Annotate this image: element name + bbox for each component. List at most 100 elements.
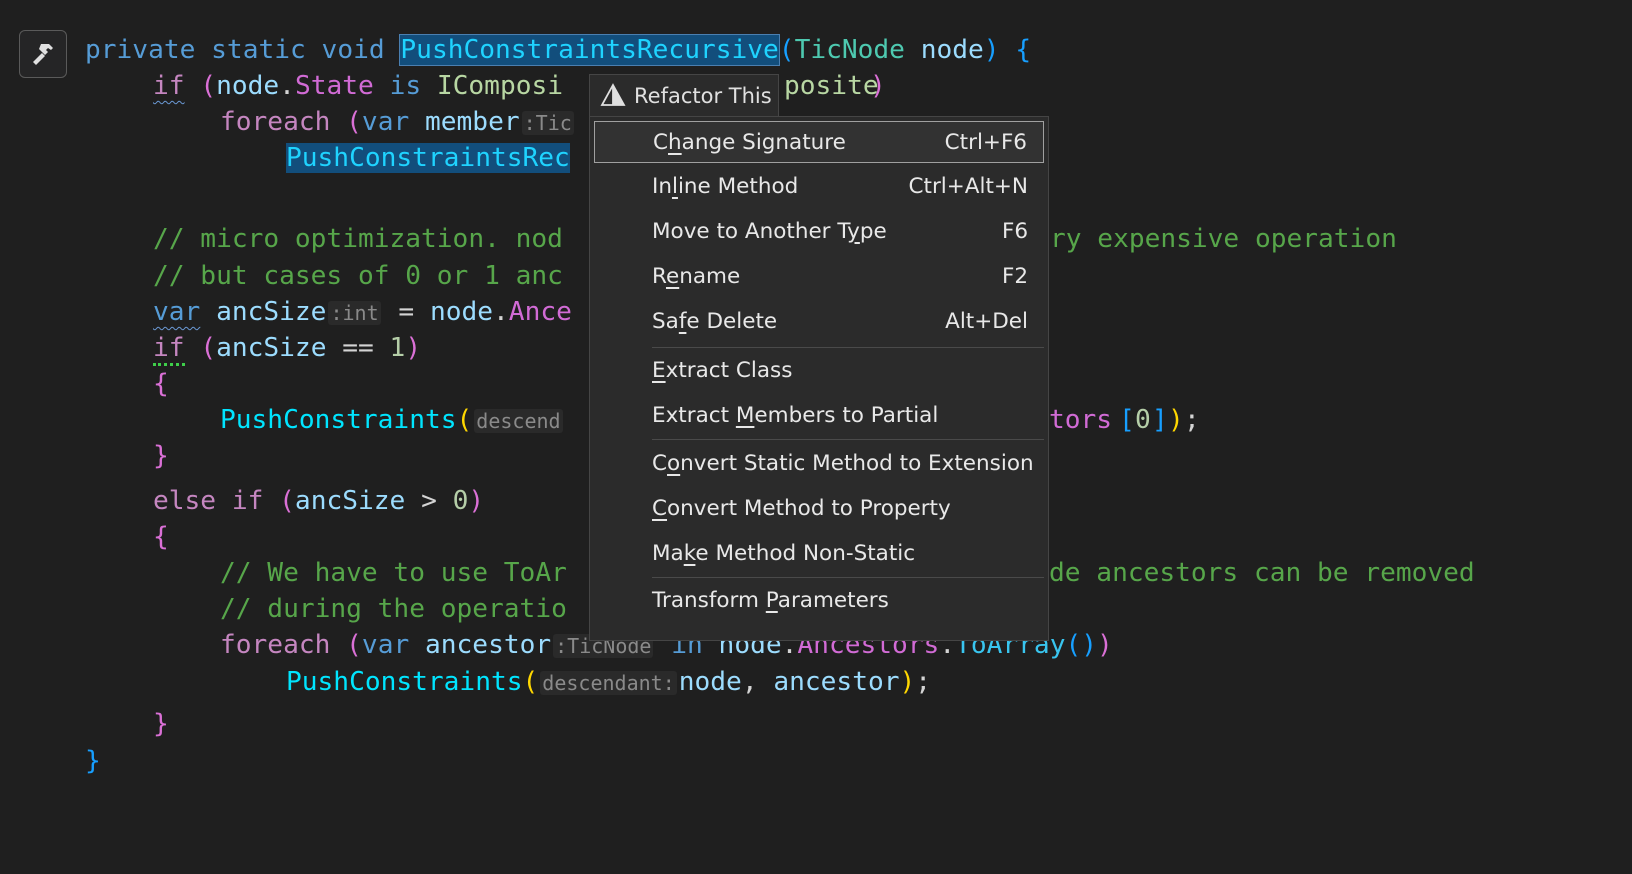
- menu-item-shortcut: Alt+Del: [945, 308, 1028, 334]
- token: posite: [784, 71, 879, 101]
- token: (: [184, 333, 217, 363]
- menu-item-label: Change Signature: [653, 129, 846, 155]
- token: ): [899, 667, 916, 697]
- menu-item-label: Inline Method: [652, 173, 799, 199]
- selected-usage: PushConstraintsRec: [286, 143, 570, 173]
- code-line[interactable]: PushConstraints(descendant: node, ancesto…: [286, 664, 931, 701]
- comment: // but cases of 0 or 1 anc: [153, 261, 563, 291]
- comment: ry expensive operation: [1050, 224, 1397, 254]
- token: PushConstraints: [286, 667, 523, 697]
- token: (: [330, 630, 362, 660]
- token: (: [522, 667, 539, 697]
- code-line[interactable]: {: [153, 366, 169, 403]
- menu-item-rename[interactable]: Rename F2: [594, 255, 1044, 297]
- token: ]: [1152, 405, 1168, 435]
- token: {: [999, 35, 1032, 65]
- token: var: [153, 297, 201, 327]
- code-line[interactable]: PushConstraints(descend tors[0]);: [220, 402, 1200, 439]
- code-line[interactable]: // but cases of 0 or 1 anc: [153, 258, 563, 295]
- token: .: [279, 71, 295, 101]
- token: (: [778, 35, 795, 65]
- token: (: [456, 405, 473, 435]
- code-line[interactable]: // micro optimization. nod ry expensive o…: [153, 221, 1397, 258]
- token: }: [153, 441, 169, 471]
- token: node: [678, 667, 742, 697]
- code-line[interactable]: }: [153, 706, 169, 743]
- token: ancSize: [216, 333, 327, 363]
- menu-item-extract-members-to-partial[interactable]: Extract Members to Partial: [594, 394, 1044, 436]
- comment: // during the operatio: [220, 594, 567, 624]
- menu-item-extract-class[interactable]: Extract Class: [594, 349, 1044, 391]
- token: (: [330, 107, 362, 137]
- code-line[interactable]: var ancSize:int = node.Ance: [153, 294, 572, 331]
- token: 0: [452, 486, 469, 516]
- token: PushConstraints: [220, 405, 457, 435]
- token: ): [983, 35, 1000, 65]
- token: static: [211, 35, 306, 65]
- code-line[interactable]: if (node.State is IComposi posite): [153, 68, 886, 105]
- inlay-hint: :int: [328, 301, 381, 325]
- menu-item-shortcut: F6: [1001, 218, 1028, 244]
- token: State: [294, 71, 374, 101]
- refactor-menu: Change Signature Ctrl+F6 Inline Method C…: [589, 116, 1049, 641]
- token: var: [361, 630, 410, 660]
- gutter-action-button[interactable]: [19, 30, 67, 78]
- token: =: [382, 297, 430, 327]
- selected-method-name[interactable]: PushConstraintsRecursive: [399, 34, 780, 66]
- refactor-this-header: Refactor This: [589, 74, 779, 116]
- token: void: [321, 35, 385, 65]
- token: is: [373, 71, 422, 101]
- refactor-icon: [600, 82, 626, 106]
- menu-item-label: Convert Static Method to Extension: [652, 450, 1034, 476]
- token: {: [153, 369, 169, 399]
- token: }: [153, 709, 169, 739]
- menu-item-shortcut: Ctrl+Alt+N: [908, 173, 1028, 199]
- code-line[interactable]: foreach (var member:Tic: [220, 104, 576, 141]
- token: >: [405, 486, 453, 516]
- token: IComposi: [421, 71, 564, 101]
- token: tors: [1049, 405, 1113, 435]
- menu-item-convert-method-to-property[interactable]: Convert Method to Property: [594, 487, 1044, 529]
- code-line[interactable]: if (ancSize == 1): [153, 330, 421, 367]
- token: var: [361, 107, 410, 137]
- code-line[interactable]: private static void PushConstraintsRecur…: [85, 32, 1031, 69]
- token: ): [1168, 405, 1184, 435]
- menu-item-convert-static-to-extension[interactable]: Convert Static Method to Extension: [594, 442, 1044, 484]
- code-line[interactable]: {: [153, 519, 169, 556]
- menu-item-transform-parameters[interactable]: Transform Parameters: [594, 579, 1044, 621]
- menu-item-change-signature[interactable]: Change Signature Ctrl+F6: [594, 121, 1044, 163]
- token: ): [870, 71, 886, 101]
- menu-item-move-to-another-type[interactable]: Move to Another Type F6: [594, 210, 1044, 252]
- token: ): [468, 486, 485, 516]
- token: {: [153, 522, 169, 552]
- token: (: [184, 71, 217, 101]
- code-line[interactable]: // We have to use ToAr de ancestors can b…: [220, 555, 1475, 592]
- token: TicNode: [794, 35, 905, 65]
- menu-item-make-method-non-static[interactable]: Make Method Non-Static: [594, 532, 1044, 574]
- comment: // micro optimization. nod: [153, 224, 563, 254]
- code-line[interactable]: // during the operatio: [220, 591, 567, 628]
- menu-item-label: Extract Class: [652, 357, 793, 383]
- token: ancestor: [773, 667, 900, 697]
- token: if: [153, 71, 185, 101]
- inlay-hint: :Tic: [521, 111, 574, 135]
- code-line[interactable]: PushConstraintsRec: [286, 140, 570, 177]
- menu-item-inline-method[interactable]: Inline Method Ctrl+Alt+N: [594, 165, 1044, 207]
- token: .: [493, 297, 509, 327]
- code-line[interactable]: }: [85, 743, 101, 780]
- token: foreach: [220, 107, 331, 137]
- code-line[interactable]: else if (ancSize > 0): [153, 483, 484, 520]
- menu-item-label: Make Method Non-Static: [652, 540, 916, 566]
- menu-item-shortcut: Ctrl+F6: [944, 129, 1027, 155]
- comment: // We have to use ToAr: [220, 558, 567, 588]
- token: 0: [1135, 405, 1151, 435]
- menu-item-safe-delete[interactable]: Safe Delete Alt+Del: [594, 300, 1044, 342]
- hammer-icon: [33, 44, 53, 65]
- code-line[interactable]: }: [153, 438, 169, 475]
- token: Ance: [508, 297, 572, 327]
- token: else if: [153, 486, 264, 516]
- comment: de ancestors can be removed: [1049, 558, 1475, 588]
- menu-separator: [652, 577, 1044, 578]
- token: ancestor: [409, 630, 552, 660]
- token: node: [429, 297, 494, 327]
